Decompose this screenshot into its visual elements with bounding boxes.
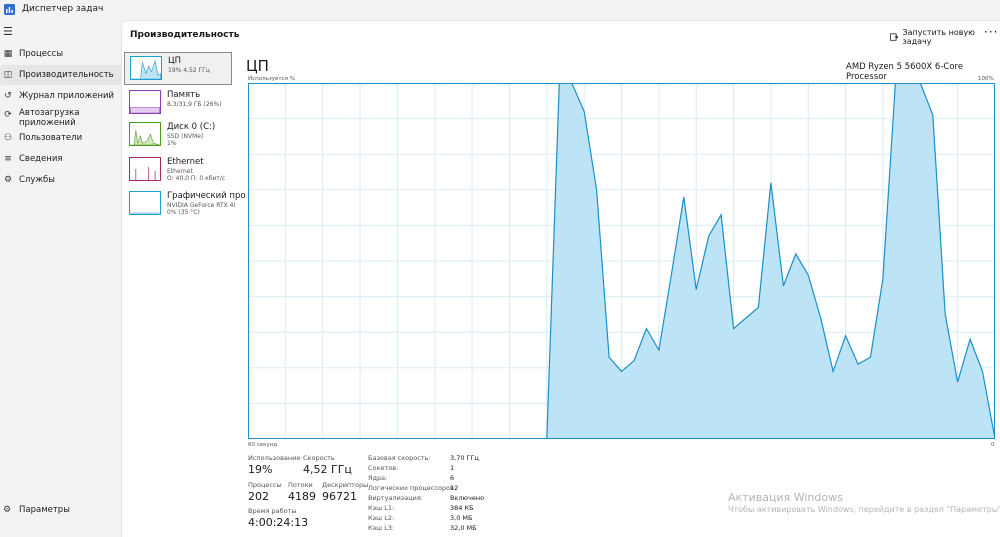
device-sub2: 0% (35 °C) [167,209,200,216]
sidebar-item-label: Производительность [19,70,114,80]
sidebar-item-label: Пользователи [19,133,83,143]
device-disk[interactable]: Диск 0 (C:) SSD (NVMe) 1% [124,119,232,152]
device-name: Ethernet [167,157,204,167]
sidebar-item-details[interactable]: ≡ Сведения [0,149,121,169]
x-axis-left-label: 60 секунд [248,442,278,448]
device-sub1: Ethernet [167,168,193,175]
spec-value: 3,70 ГГц [450,454,479,462]
sidebar-item-label-line2: приложений [19,118,76,128]
device-sub1: 8,3/31,9 ГБ (26%) [167,101,222,108]
spec-label: Кэш L1: [368,504,395,512]
spec-value: 384 КБ [450,504,474,512]
spec-value: 12 [450,484,459,492]
main-panel: Производительность Запустить новую задач… [121,20,1000,537]
cpu-thumbnail-chart [130,56,162,80]
processes-stat-label: Процессы [248,481,282,489]
device-sub2: 1% [167,140,177,147]
performance-icon: ◫ [3,70,13,80]
ethernet-thumbnail-chart [129,157,161,181]
spec-label: Базовая скорость: [368,454,431,462]
services-icon: ⚙ [3,175,13,185]
device-gpu[interactable]: Графический про NVIDIA GeForce RTX 40( 0… [124,188,246,221]
history-icon: ↺ [4,91,12,101]
task-manager-icon [4,4,15,15]
speed-stat-value: 4,52 ГГц [303,463,352,476]
hamburger-menu-icon[interactable]: ☰ [3,26,13,38]
spec-value: 3,0 МБ [450,514,473,522]
more-options-button[interactable]: ··· [984,25,998,39]
sidebar-item-startup[interactable]: ⟳ Автозагрузка приложений [0,108,121,130]
sidebar-item-processes[interactable]: ▦ Процессы [0,44,121,64]
spec-label: Ядра: [368,474,388,482]
cpu-usage-graph [248,83,995,439]
sidebar-item-label: Сведения [19,154,63,164]
usage-stat-label: Использование [248,454,301,462]
usage-axis-label: Используется % [248,76,295,82]
device-sub1: 19% 4,52 ГГц [168,67,210,74]
device-sub1: SSD (NVMe) [167,133,204,140]
sidebar: ☰ ▦ Процессы ◫ Производительность ↺ Журн… [0,20,121,537]
device-cpu[interactable]: ЦП 19% 4,52 ГГц [124,52,232,85]
threads-stat-value: 4189 [288,490,316,503]
device-ethernet[interactable]: Ethernet Ethernet О: 40,0 П: 0 кбит/с [124,154,232,187]
cpu-heading: ЦП [246,57,269,75]
spec-value: 1 [450,464,455,472]
processes-stat-value: 202 [248,490,269,503]
spec-value: 32,0 МБ [450,524,477,532]
gpu-thumbnail-chart [129,191,161,215]
title-bar: Диспетчер задач [0,0,1000,20]
threads-stat-label: Потоки [288,481,313,489]
sidebar-item-label: Журнал приложений [19,91,115,101]
spec-label: Виртуализация: [368,494,423,502]
uptime-stat-value: 4:00:24:13 [248,516,309,529]
sidebar-item-services[interactable]: ⚙ Службы [0,170,121,190]
sidebar-item-label: Процессы [19,49,64,59]
spec-value: 6 [450,474,455,482]
activation-watermark-subtitle: Чтобы активировать Windows, перейдите в … [728,505,1000,514]
spec-value: Включено [450,494,485,502]
device-name: Память [167,90,201,100]
spec-label: Кэш L3: [368,524,395,532]
sidebar-item-label: Службы [19,175,56,185]
sidebar-item-app-history[interactable]: ↺ Журнал приложений [0,86,121,106]
users-icon: ⚇ [3,133,13,143]
x-axis-right-label: 0 [991,442,995,448]
device-name: Графический про [167,191,246,201]
cpu-model: AMD Ryzen 5 5600X 6-Core Processor [846,62,964,82]
sidebar-item-performance[interactable]: ◫ Производительность [0,65,121,85]
uptime-stat-label: Время работы [248,507,297,515]
spec-label: Сокетов: [368,464,399,472]
device-name: Диск 0 (C:) [167,122,216,132]
device-sub1: NVIDIA GeForce RTX 40( [167,202,235,209]
handles-stat-value: 96721 [322,490,357,503]
device-memory[interactable]: Память 8,3/31,9 ГБ (26%) [124,87,232,120]
sidebar-item-users[interactable]: ⚇ Пользователи [0,128,121,148]
settings-button[interactable]: ⚙ Параметры [0,500,121,520]
usage-axis-max: 100% [978,76,994,82]
device-sub2: О: 40,0 П: 0 кбит/с [167,175,226,182]
startup-icon: ⟳ [4,110,12,120]
page-title: Производительность [130,30,240,40]
speed-stat-label: Скорость [303,454,335,462]
device-name: ЦП [168,56,181,66]
spec-label: Логических процессоров: [368,484,457,492]
window-title: Диспетчер задач [22,4,104,14]
handles-stat-label: Дескрипторы [322,481,369,489]
run-task-icon [890,32,899,41]
usage-stat-value: 19% [248,463,273,476]
activation-watermark-title: Активация Windows [728,491,843,504]
details-icon: ≡ [4,154,12,164]
disk-thumbnail-chart [129,122,161,146]
settings-label: Параметры [19,505,70,515]
memory-thumbnail-chart [129,90,161,114]
sidebar-item-label-line1: Автозагрузка [19,108,80,118]
gear-icon: ⚙ [3,505,12,515]
spec-label: Кэш L2: [368,514,395,522]
grid-icon: ▦ [3,49,13,59]
